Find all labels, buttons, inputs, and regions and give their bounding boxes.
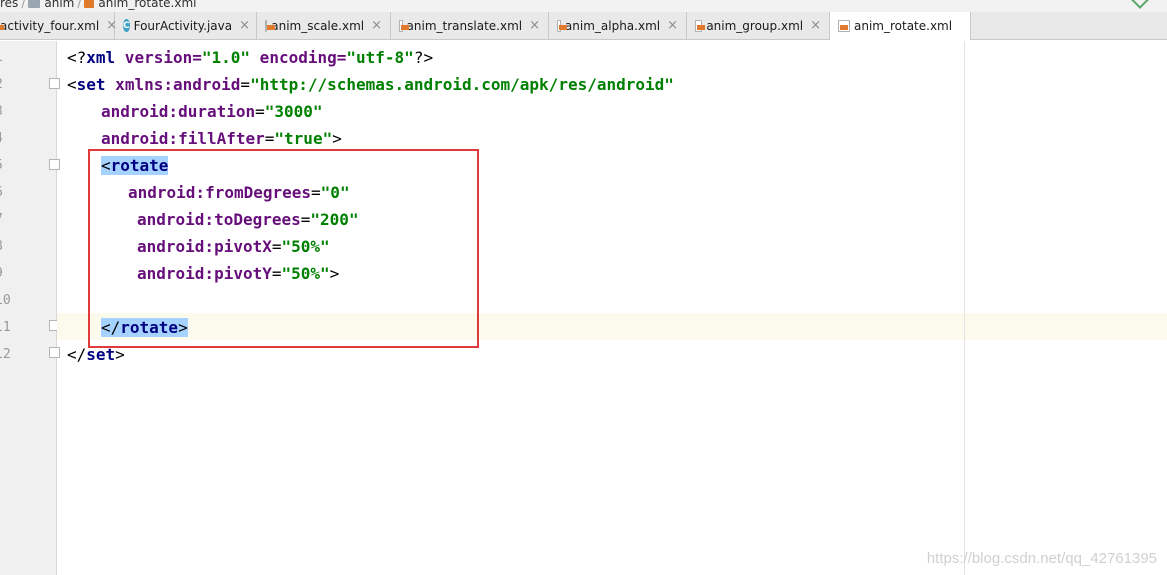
xml-file-icon: [557, 19, 567, 32]
close-tab-icon[interactable]: ×: [239, 18, 250, 33]
tab-anim-alpha-xml[interactable]: anim_alpha.xml ×: [549, 12, 687, 39]
tab-activity-four-xml[interactable]: activity_four.xml ×: [0, 12, 117, 39]
tab-anim-group-xml[interactable]: anim_group.xml ×: [687, 12, 830, 39]
watermark: https://blog.csdn.net/qq_42761395: [926, 550, 1157, 567]
breadcrumb-item-file[interactable]: anim_rotate.xml: [84, 0, 196, 10]
line-number: 5: [0, 152, 10, 179]
close-tab-icon[interactable]: ×: [810, 18, 821, 33]
breadcrumb-separator: /: [77, 0, 82, 10]
line-number: 3: [0, 98, 10, 125]
xml-file-icon: [265, 19, 277, 32]
tab-anim-scale-xml[interactable]: anim_scale.xml ×: [257, 12, 391, 39]
line-number: 10: [0, 293, 10, 308]
line-number: 9: [0, 260, 10, 287]
line-number: 6: [0, 179, 10, 206]
code-line-2: <set xmlns:android="http://schemas.andro…: [67, 75, 674, 94]
close-tab-icon[interactable]: ×: [371, 18, 382, 33]
line-number: 2: [0, 71, 10, 98]
xml-file-icon: [695, 19, 706, 32]
line-number-gutter: 1 2 3 4 5 6 7 8 9 10 11 12: [0, 41, 57, 575]
java-class-icon: C: [123, 19, 130, 32]
code-line-1: <?xml version="1.0" encoding="utf-8"?>: [67, 48, 434, 67]
close-tab-icon[interactable]: ×: [667, 18, 678, 33]
code-line-3: android:duration="3000": [101, 102, 323, 121]
close-tab-icon[interactable]: ×: [529, 18, 540, 33]
xml-file-icon: [399, 19, 408, 32]
xml-file-icon: [838, 20, 850, 32]
editor-tab-bar: activity_four.xml × C FourActivity.java …: [0, 12, 1167, 40]
folder-icon: [28, 0, 41, 8]
breadcrumb-separator: /: [21, 0, 26, 10]
xml-file-icon: [84, 0, 95, 8]
tab-anim-rotate-xml[interactable]: anim_rotate.xml: [830, 12, 971, 40]
right-margin-guide: [964, 41, 965, 575]
line-number: 11: [0, 320, 10, 335]
line-number: 7: [0, 206, 10, 233]
line-number: 4: [0, 125, 10, 152]
check-icon: [1130, 0, 1150, 9]
line-number: 8: [0, 233, 10, 260]
tab-anim-translate-xml[interactable]: anim_translate.xml ×: [391, 12, 549, 39]
highlight-annotation-box: [88, 149, 479, 348]
line-number: 12: [0, 347, 10, 362]
breadcrumb: res / anim / anim_rotate.xml: [0, 0, 1167, 12]
tab-fouractivity-java[interactable]: C FourActivity.java ×: [115, 12, 257, 39]
line-number: 1: [0, 44, 10, 71]
code-line-4: android:fillAfter="true">: [101, 129, 342, 148]
breadcrumb-item-res[interactable]: res: [0, 0, 18, 10]
breadcrumb-item-anim[interactable]: anim: [28, 0, 74, 10]
